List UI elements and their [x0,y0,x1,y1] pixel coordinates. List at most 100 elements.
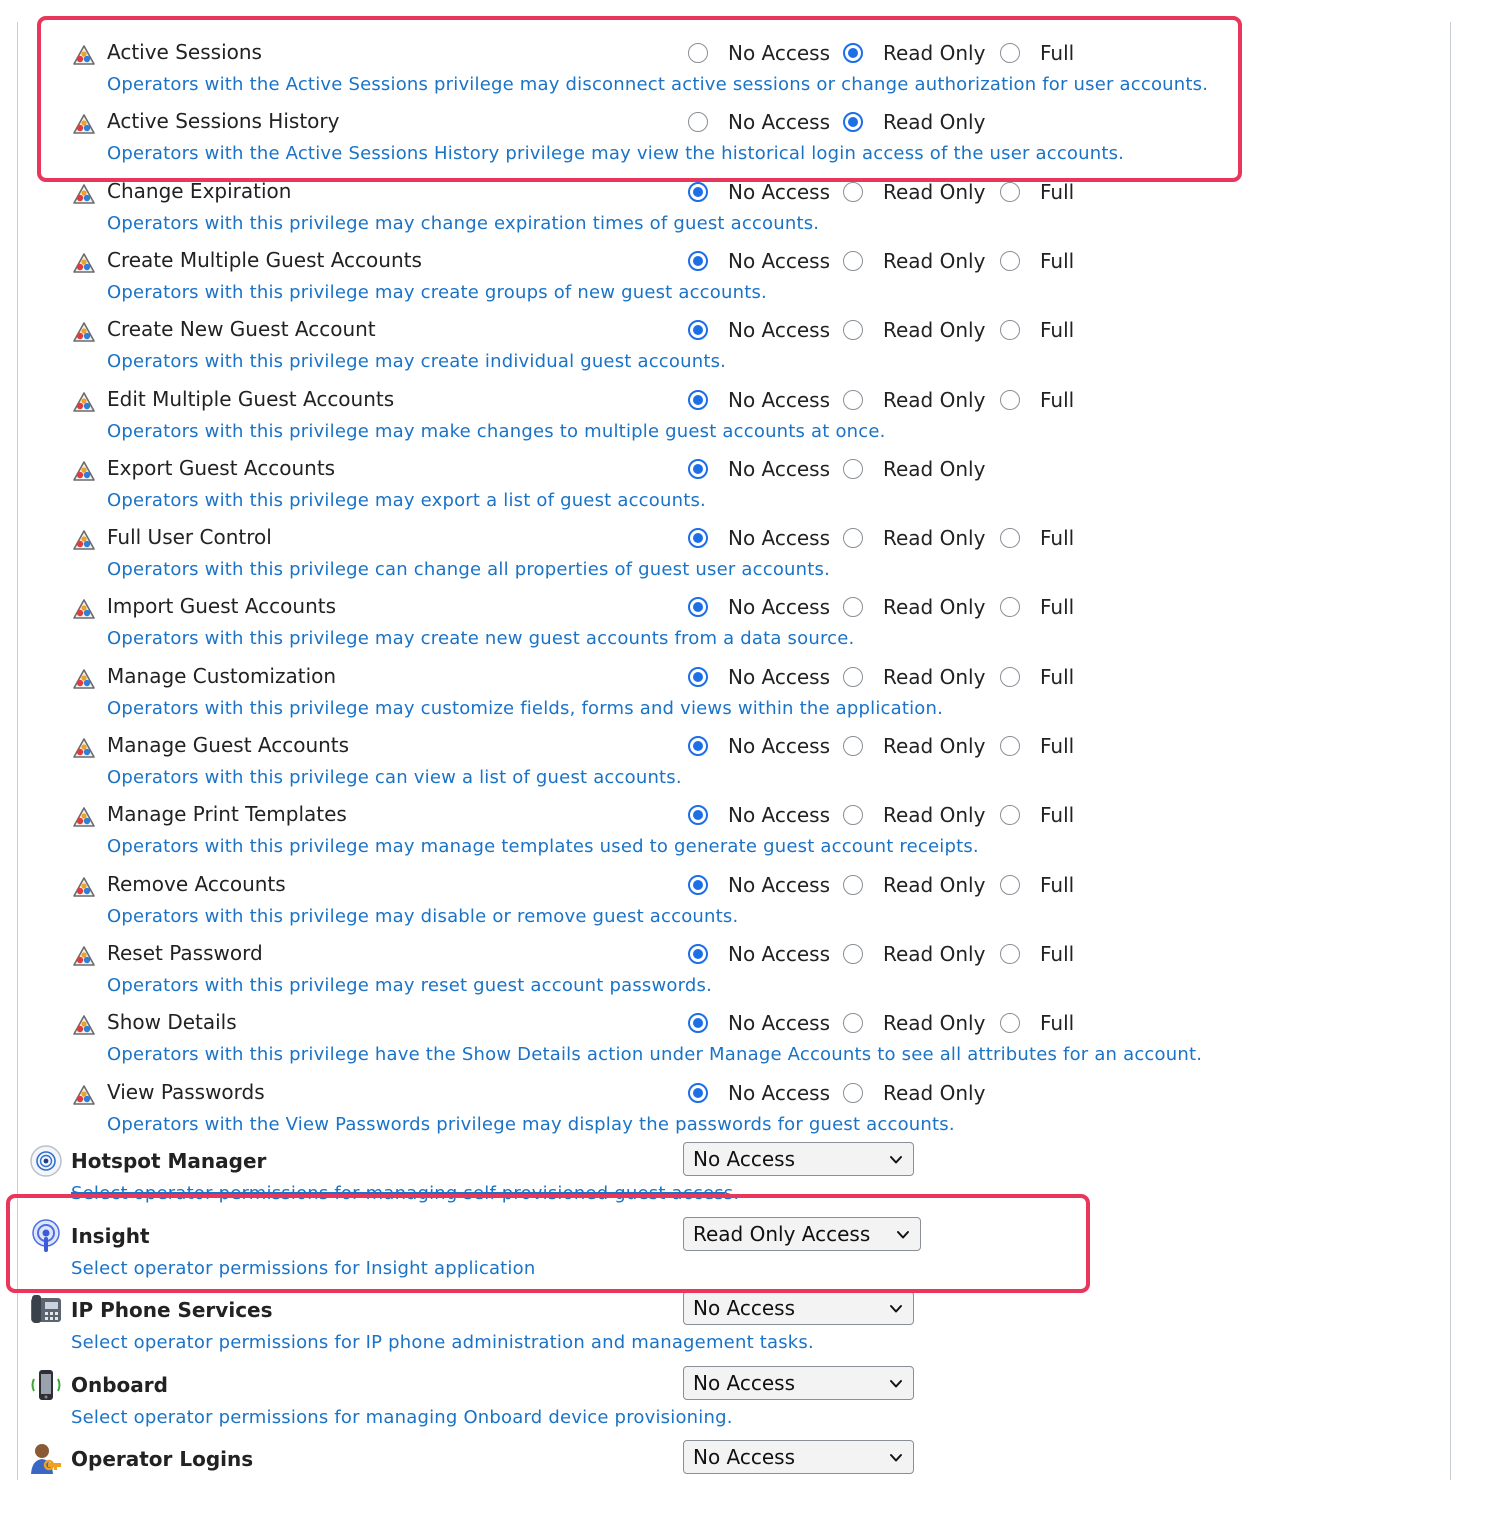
radio-button[interactable] [1000,944,1020,964]
radio-label[interactable]: No Access [728,803,830,827]
radio-button[interactable] [688,251,708,271]
radio-label[interactable]: No Access [728,457,830,481]
radio-label[interactable]: Read Only [883,388,985,412]
radio-button[interactable] [843,182,863,202]
radio-button[interactable] [843,667,863,687]
radio-label[interactable]: No Access [728,388,830,412]
radio-button[interactable] [688,1013,708,1033]
radio-label[interactable]: Read Only [883,595,985,619]
radio-button[interactable] [1000,320,1020,340]
radio-label[interactable]: No Access [728,1081,830,1105]
radio-button[interactable] [688,43,708,63]
radio-label[interactable]: Read Only [883,110,985,134]
radio-label[interactable]: Read Only [883,41,985,65]
radio-label[interactable]: Full [1040,388,1074,412]
radio-button[interactable] [688,182,708,202]
radio-label[interactable]: Full [1040,803,1074,827]
radio-button[interactable] [843,390,863,410]
radio-button[interactable] [843,875,863,895]
radio-button[interactable] [688,459,708,479]
radio-label[interactable]: No Access [728,110,830,134]
radio-label[interactable]: Full [1040,249,1074,273]
radio-button[interactable] [688,875,708,895]
radio-label[interactable]: Read Only [883,803,985,827]
radio-button[interactable] [688,597,708,617]
permission-select[interactable]: Read Only Access [683,1217,921,1251]
radio-button[interactable] [688,805,708,825]
radio-label[interactable]: Read Only [883,665,985,689]
radio-button[interactable] [1000,390,1020,410]
radio-button[interactable] [843,528,863,548]
radio-button[interactable] [843,112,863,132]
radio-label[interactable]: No Access [728,318,830,342]
radio-button[interactable] [843,736,863,756]
radio-label[interactable]: No Access [728,942,830,966]
permission-select[interactable]: No Access [683,1440,914,1474]
radio-button[interactable] [688,944,708,964]
radio-button[interactable] [688,528,708,548]
radio-button[interactable] [843,597,863,617]
radio-button[interactable] [1000,1013,1020,1033]
radio-label[interactable]: Full [1040,1011,1074,1035]
radio-button[interactable] [1000,597,1020,617]
permission-select[interactable]: No Access [683,1142,914,1176]
radio-label[interactable]: No Access [728,249,830,273]
radio-button[interactable] [843,1013,863,1033]
permission-select[interactable]: No Access [683,1291,914,1325]
radio-label[interactable]: Full [1040,595,1074,619]
radio-button[interactable] [688,390,708,410]
radio-label[interactable]: Full [1040,180,1074,204]
radio-button[interactable] [688,1083,708,1103]
radio-button[interactable] [843,1083,863,1103]
permission-select[interactable]: No Access [683,1366,914,1400]
radio-label[interactable]: Read Only [883,526,985,550]
radio-button[interactable] [1000,736,1020,756]
radio-button[interactable] [1000,43,1020,63]
privilege-icon [72,1014,96,1038]
radio-label[interactable]: Full [1040,41,1074,65]
radio-label[interactable]: Full [1040,526,1074,550]
radio-label[interactable]: Full [1040,318,1074,342]
radio-button[interactable] [1000,182,1020,202]
radio-button[interactable] [688,736,708,756]
radio-button[interactable] [843,43,863,63]
radio-button[interactable] [843,320,863,340]
radio-label[interactable]: No Access [728,595,830,619]
radio-button[interactable] [843,944,863,964]
radio-button[interactable] [843,805,863,825]
permission-select-value: No Access [693,1296,796,1320]
radio-label[interactable]: Full [1040,873,1074,897]
radio-label[interactable]: No Access [728,180,830,204]
radio-label[interactable]: No Access [728,873,830,897]
radio-label[interactable]: No Access [728,1011,830,1035]
radio-label[interactable]: Full [1040,942,1074,966]
radio-label[interactable]: Read Only [883,873,985,897]
permission-select-value: Read Only Access [693,1222,871,1246]
radio-button[interactable] [1000,875,1020,895]
radio-button[interactable] [1000,805,1020,825]
radio-button[interactable] [1000,251,1020,271]
radio-label[interactable]: Read Only [883,318,985,342]
radio-label[interactable]: Read Only [883,1081,985,1105]
radio-label[interactable]: No Access [728,526,830,550]
radio-button[interactable] [843,251,863,271]
radio-label[interactable]: Read Only [883,942,985,966]
radio-label[interactable]: No Access [728,41,830,65]
privilege-description: Operators with this privilege may export… [107,490,706,511]
radio-button[interactable] [688,112,708,132]
radio-button[interactable] [1000,528,1020,548]
radio-button[interactable] [843,459,863,479]
radio-label[interactable]: Read Only [883,1011,985,1035]
radio-label[interactable]: No Access [728,665,830,689]
radio-label[interactable]: Full [1040,665,1074,689]
radio-button[interactable] [688,320,708,340]
radio-label[interactable]: Read Only [883,457,985,481]
radio-label[interactable]: Read Only [883,734,985,758]
privilege-row: View Passwords Operators with the View Pa… [0,1076,1486,1145]
radio-button[interactable] [688,667,708,687]
radio-label[interactable]: Read Only [883,180,985,204]
radio-button[interactable] [1000,667,1020,687]
radio-label[interactable]: Read Only [883,249,985,273]
radio-label[interactable]: No Access [728,734,830,758]
radio-label[interactable]: Full [1040,734,1074,758]
